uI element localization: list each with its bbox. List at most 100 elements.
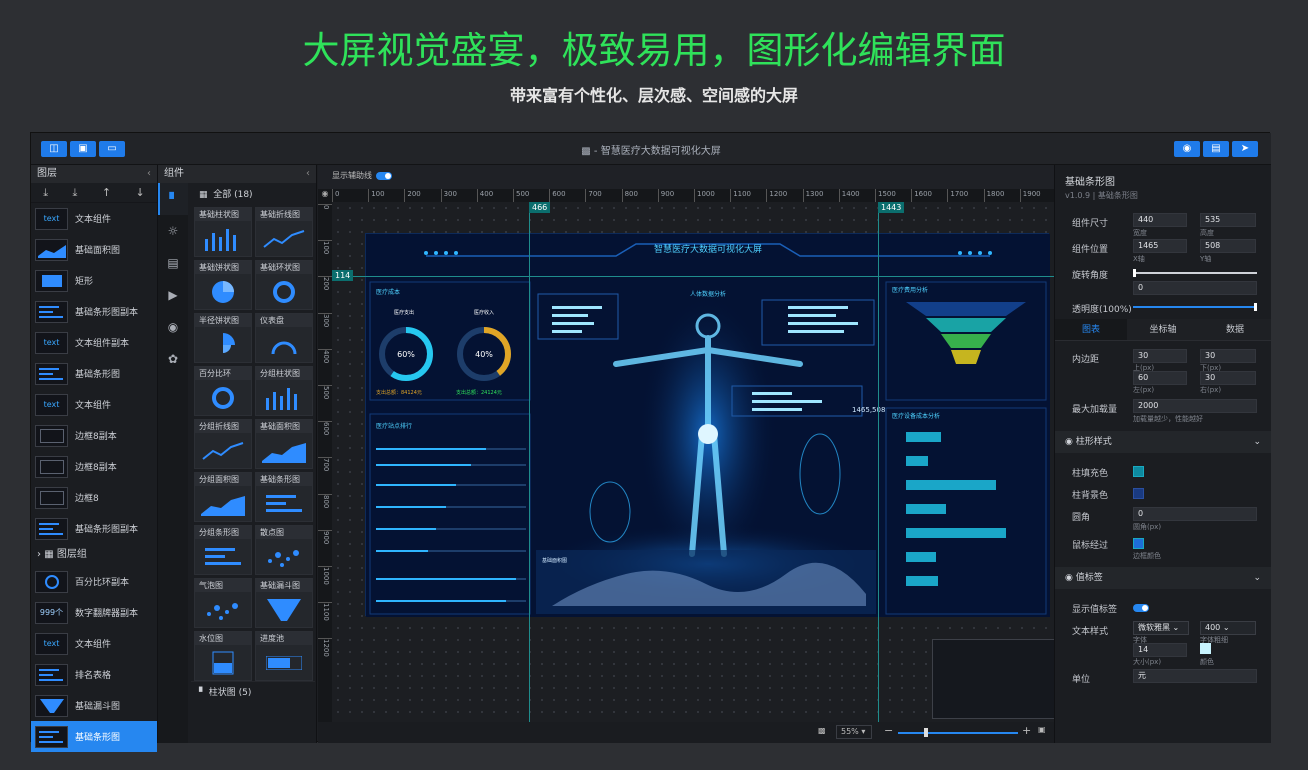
zoom-in-icon[interactable]: + bbox=[1022, 724, 1031, 737]
layer-item[interactable]: 基础条形图副本 bbox=[31, 513, 157, 544]
layer-item[interactable]: 基础面积图 bbox=[31, 234, 157, 265]
text-color-swatch[interactable] bbox=[1200, 643, 1211, 654]
component-card[interactable]: 基础饼状图 bbox=[194, 260, 252, 310]
component-card[interactable]: 基础面积图 bbox=[255, 419, 313, 469]
pad-top-input[interactable]: 30 bbox=[1133, 349, 1187, 363]
table-category-icon[interactable]: ▤ bbox=[158, 247, 188, 279]
layer-item[interactable]: 基础条形图副本 bbox=[31, 296, 157, 327]
bar-fill-color[interactable] bbox=[1133, 466, 1144, 477]
component-card[interactable]: 基础条形图 bbox=[255, 472, 313, 522]
bar-style-section[interactable]: ◉ 柱形样式 ⌄ bbox=[1055, 431, 1271, 453]
component-card[interactable]: 基础环状图 bbox=[255, 260, 313, 310]
fit-screen-icon[interactable]: ▣ bbox=[1038, 725, 1046, 734]
pad-bottom-input[interactable]: 30 bbox=[1200, 349, 1256, 363]
layer-group[interactable]: › ▦ 图层组 bbox=[31, 544, 157, 566]
layer-item[interactable]: 边框8 bbox=[31, 482, 157, 513]
component-card[interactable]: 水位图 bbox=[194, 631, 252, 681]
width-input[interactable]: 440 bbox=[1133, 213, 1187, 227]
layer-item[interactable]: text 文本组件 bbox=[31, 628, 157, 659]
sub-group-bar[interactable]: ▘ 柱状图 (5) bbox=[191, 681, 315, 703]
height-input[interactable]: 535 bbox=[1200, 213, 1256, 227]
move-up-icon[interactable]: ↑ bbox=[102, 186, 111, 199]
hero-subtitle: 带来富有个性化、层次感、空间感的大屏 bbox=[509, 86, 798, 105]
component-card[interactable]: 仪表盘 bbox=[255, 313, 313, 363]
layer-item[interactable]: 基础条形图 bbox=[31, 721, 157, 752]
pad-left-input[interactable]: 60 bbox=[1133, 371, 1187, 385]
widgets-category-icon[interactable]: ✿ bbox=[158, 343, 188, 375]
component-card[interactable]: 分组折线图 bbox=[194, 419, 252, 469]
layer-item[interactable]: 999个 数字翻牌器副本 bbox=[31, 597, 157, 628]
globe-category-icon[interactable]: ◉ bbox=[158, 311, 188, 343]
eye-icon[interactable]: ◉ bbox=[1065, 437, 1073, 447]
chevron-down-icon: ⌄ bbox=[1253, 437, 1261, 447]
rotate-input[interactable]: 0 bbox=[1133, 281, 1257, 295]
y-input[interactable]: 508 bbox=[1200, 239, 1256, 253]
layer-item[interactable]: 百分比环副本 bbox=[31, 566, 157, 597]
collapse-icon[interactable]: ‹ bbox=[147, 165, 151, 183]
opacity-slider[interactable] bbox=[1133, 306, 1257, 308]
component-card[interactable]: 分组面积图 bbox=[194, 472, 252, 522]
component-card[interactable]: 分组柱状图 bbox=[255, 366, 313, 416]
collapse-icon[interactable]: ‹ bbox=[306, 165, 310, 183]
preview-icon[interactable]: ▤ bbox=[1203, 141, 1229, 157]
font-select[interactable]: 微软雅黑 ⌄ bbox=[1133, 621, 1189, 635]
zoom-select[interactable]: 55% ▾ bbox=[836, 725, 872, 739]
shortcut-icon[interactable]: ▩ bbox=[818, 726, 826, 735]
canvas-stage[interactable]: 智慧医疗大数据可视化大屏 医疗成本 医疗支出 医疗收入 60% 40% 支出总额… bbox=[332, 202, 1054, 722]
component-card[interactable]: 基础柱状图 bbox=[194, 207, 252, 257]
aux-lines-toggle[interactable] bbox=[376, 172, 392, 180]
map-category-icon[interactable]: ☼ bbox=[158, 215, 188, 247]
max-load-input[interactable]: 2000 bbox=[1133, 399, 1257, 413]
zoom-slider-handle[interactable] bbox=[924, 728, 928, 737]
component-card[interactable]: 半径饼状图 bbox=[194, 313, 252, 363]
hover-border-color[interactable] bbox=[1133, 538, 1144, 549]
component-card[interactable]: 基础折线图 bbox=[255, 207, 313, 257]
unit-input[interactable]: 元 bbox=[1133, 669, 1257, 683]
rotate-slider-handle[interactable] bbox=[1133, 269, 1136, 277]
dashboard-preview[interactable]: 智慧医疗大数据可视化大屏 医疗成本 医疗支出 医疗收入 60% 40% 支出总额… bbox=[365, 233, 1050, 617]
guide-line-y[interactable] bbox=[332, 276, 1054, 277]
value-tag-section[interactable]: ◉ 值标签 ⌄ bbox=[1055, 567, 1271, 589]
layer-item[interactable]: 矩形 bbox=[31, 265, 157, 296]
publish-icon[interactable]: ➤ bbox=[1232, 141, 1258, 157]
chart-category-icon[interactable]: ▘ bbox=[158, 183, 188, 215]
eye-icon[interactable]: ◉ bbox=[318, 189, 332, 202]
move-bottom-icon[interactable]: ⤓ bbox=[73, 186, 78, 200]
component-card[interactable]: 进度池 bbox=[255, 631, 313, 681]
zoom-out-icon[interactable]: − bbox=[884, 724, 893, 737]
minimap[interactable] bbox=[932, 639, 1054, 719]
layer-item[interactable]: 边框8副本 bbox=[31, 420, 157, 451]
eye-icon[interactable]: ◉ bbox=[1065, 573, 1073, 583]
font-size-input[interactable]: 14 bbox=[1133, 643, 1187, 657]
radius-input[interactable]: 0 bbox=[1133, 507, 1257, 521]
bar-bg-color[interactable] bbox=[1133, 488, 1144, 499]
zoom-slider[interactable] bbox=[898, 732, 1018, 734]
component-card[interactable]: 百分比环 bbox=[194, 366, 252, 416]
rotate-slider[interactable] bbox=[1133, 272, 1257, 274]
show-tag-toggle[interactable] bbox=[1133, 604, 1149, 612]
component-card[interactable]: 基础漏斗图 bbox=[255, 578, 313, 628]
opacity-slider-handle[interactable] bbox=[1254, 303, 1257, 311]
layer-item[interactable]: 边框8副本 bbox=[31, 451, 157, 482]
component-card[interactable]: 气泡图 bbox=[194, 578, 252, 628]
layer-item[interactable]: text 文本组件 bbox=[31, 389, 157, 420]
scan-icon[interactable]: ◉ bbox=[1174, 141, 1200, 157]
pad-right-input[interactable]: 30 bbox=[1200, 371, 1256, 385]
component-card[interactable]: 散点图 bbox=[255, 525, 313, 575]
tab-axis[interactable]: 坐标轴 bbox=[1127, 319, 1199, 340]
weight-select[interactable]: 400 ⌄ bbox=[1200, 621, 1256, 635]
tab-data[interactable]: 数据 bbox=[1199, 319, 1271, 340]
guide-line-x1[interactable] bbox=[529, 202, 530, 722]
move-top-icon[interactable]: ⤓ bbox=[43, 186, 48, 200]
layer-item[interactable]: 基础条形图 bbox=[31, 358, 157, 389]
x-input[interactable]: 1465 bbox=[1133, 239, 1187, 253]
layer-item[interactable]: text 文本组件副本 bbox=[31, 327, 157, 358]
layer-item[interactable]: text 文本组件 bbox=[31, 203, 157, 234]
layer-item[interactable]: 排名表格 bbox=[31, 659, 157, 690]
media-category-icon[interactable]: ▶ bbox=[158, 279, 188, 311]
move-down-icon[interactable]: ↓ bbox=[136, 186, 145, 199]
tab-chart[interactable]: 图表 bbox=[1055, 319, 1127, 340]
layer-item[interactable]: 基础漏斗图 bbox=[31, 690, 157, 721]
component-card[interactable]: 分组条形图 bbox=[194, 525, 252, 575]
guide-line-x2[interactable] bbox=[878, 202, 879, 722]
